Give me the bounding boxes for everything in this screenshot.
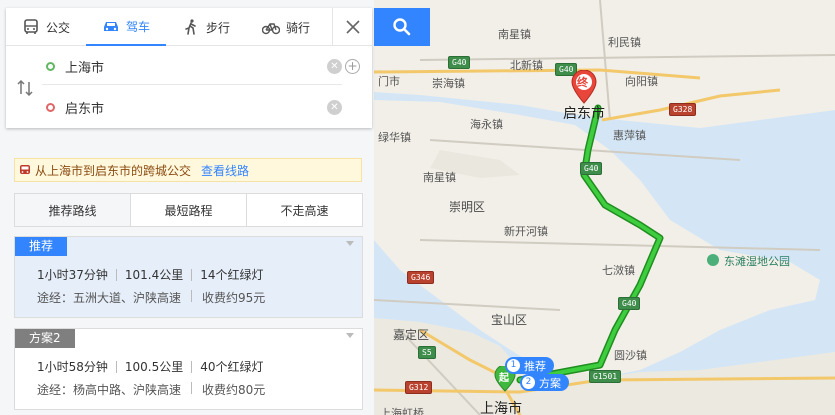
tab-bike[interactable]: 骑行 — [246, 8, 326, 46]
route-tag-plan1[interactable]: 1 推荐 — [505, 357, 554, 374]
map-label-nanxing: 南星镇 — [498, 28, 531, 41]
view-lines-link[interactable]: 查看线路 — [201, 162, 249, 179]
plan-duration: 1小时37分钟 — [37, 268, 108, 282]
map-label-qijiao: 七滧镇 — [602, 264, 635, 277]
map-label-shanghai: 上海市 — [480, 401, 522, 415]
route-tag-plan1-label: 推荐 — [524, 359, 546, 373]
route-tag-plan2-label: 方案 — [539, 376, 561, 390]
road-shield-g1501: G1501 — [589, 370, 622, 383]
swap-icon[interactable] — [16, 78, 34, 98]
plan-distance: 101.4公里 — [124, 268, 184, 282]
map-label-xinhe: 新开河镇 — [504, 225, 548, 238]
plan-lights: 40个红绿灯 — [200, 360, 264, 374]
road-shield-g346: G346 — [407, 271, 435, 284]
add-waypoint-icon[interactable]: + — [345, 59, 360, 74]
plan-badge: 推荐 — [15, 237, 68, 256]
plan-stats: 1小时58分钟 100.5公里 40个红绿灯 — [37, 358, 264, 375]
start-row[interactable]: 上海市 ✕ + — [42, 49, 360, 85]
road-shield-g328: G328 — [669, 103, 697, 116]
map-label-libao: 利民镇 — [608, 36, 641, 49]
route-search-box: 公交 驾车 步行 骑行 上海市 ✕ + 启东市 ✕ — [6, 8, 372, 128]
end-row[interactable]: 启东市 ✕ — [42, 89, 342, 125]
map-label-chonghai: 崇海镇 — [432, 77, 465, 90]
bus-icon — [24, 19, 38, 34]
chevron-down-icon[interactable] — [346, 241, 354, 246]
tab-walk[interactable]: 步行 — [166, 8, 246, 46]
plan-duration: 1小时58分钟 — [37, 360, 108, 374]
tab-walk-label: 步行 — [205, 20, 230, 35]
bus-small-icon — [20, 165, 30, 174]
tab-drive[interactable]: 驾车 — [86, 8, 166, 46]
route-tag-plan1-num: 1 — [507, 359, 520, 372]
map-label-menshi: 门市 — [378, 75, 400, 88]
map-label-zhenbei: 北新镇 — [510, 59, 543, 72]
route-tag-plan2[interactable]: 2 方案 — [520, 374, 569, 391]
plan-via-roads: 途经：杨高中路、沪陕高速 — [37, 383, 182, 397]
route-plan-2[interactable]: 方案2 1小时58分钟 100.5公里 40个红绿灯 途经：杨高中路、沪陕高速 … — [14, 328, 363, 410]
road-shield-g40: G40 — [580, 162, 603, 175]
tab-bus-label: 公交 — [45, 20, 70, 35]
road-shield-s5: S5 — [418, 346, 436, 359]
close-icon — [345, 20, 360, 34]
plan-via-roads: 途经：五洲大道、沪陕高速 — [37, 291, 182, 305]
walk-icon — [185, 19, 196, 35]
map-label-qidong: 启东市 — [563, 106, 605, 122]
map-label-huibao: 惠萍镇 — [613, 129, 646, 142]
end-marker-label: 终 — [577, 76, 588, 89]
map-label-dongtan: 东滩湿地公园 — [724, 255, 790, 268]
plan-via: 途经：杨高中路、沪陕高速 收费约80元 — [37, 381, 265, 398]
plan-stats: 1小时37分钟 101.4公里 14个红绿灯 — [37, 266, 264, 283]
map-label-yuansha: 圆沙镇 — [614, 349, 647, 362]
tab-bus[interactable]: 公交 — [6, 8, 86, 46]
plan-via: 途经：五洲大道、沪陕高速 收费约95元 — [37, 289, 265, 306]
tab-bike-label: 骑行 — [285, 20, 310, 35]
clear-start-icon[interactable]: ✕ — [327, 59, 342, 74]
transport-tabs: 公交 驾车 步行 骑行 — [6, 8, 372, 46]
map-label-haiyong: 海永镇 — [470, 118, 503, 131]
map-label-nanxiang: 南星镇 — [423, 171, 456, 184]
plan-badge: 方案2 — [15, 329, 75, 348]
map-label-linghua: 绿华镇 — [378, 131, 411, 144]
route-preference-tabs: 推荐路线 最短路程 不走高速 — [14, 193, 363, 227]
tab-recommended[interactable]: 推荐路线 — [15, 194, 131, 226]
bike-icon — [261, 23, 280, 35]
map-label-shanghai-hongqiao: 上海虹桥 — [380, 407, 424, 415]
end-input[interactable]: 启东市 — [65, 98, 327, 117]
car-icon — [103, 22, 118, 31]
road-shield-g40: G40 — [618, 297, 641, 310]
start-input[interactable]: 上海市 — [65, 57, 327, 76]
chevron-down-icon[interactable] — [346, 333, 354, 338]
plan-fee: 收费约95元 — [202, 291, 266, 305]
route-panel: 公交 驾车 步行 骑行 上海市 ✕ + 启东市 ✕ 从上海市到启东市的跨城公交 … — [0, 0, 374, 415]
plan-distance: 100.5公里 — [124, 360, 184, 374]
tab-shortest[interactable]: 最短路程 — [131, 194, 247, 226]
route-plan-1[interactable]: 推荐 1小时37分钟 101.4公里 14个红绿灯 途经：五洲大道、沪陕高速 收… — [14, 236, 363, 318]
road-shield-g312: G312 — [405, 381, 433, 394]
map-label-jiading: 嘉定区 — [393, 328, 430, 342]
park-icon — [707, 254, 719, 266]
tab-no-highway[interactable]: 不走高速 — [247, 194, 362, 226]
map-label-chongming: 崇明区 — [449, 200, 486, 214]
map-label-baoshan: 宝山区 — [491, 313, 528, 327]
clear-end-icon[interactable]: ✕ — [327, 99, 342, 115]
end-dot-icon — [46, 102, 55, 112]
notice-text: 从上海市到启东市的跨城公交 — [35, 163, 192, 178]
map-label-xiangyang: 向阳镇 — [625, 75, 658, 88]
search-icon — [393, 18, 411, 36]
route-tag-plan2-num: 2 — [522, 376, 535, 389]
search-button[interactable] — [374, 8, 430, 46]
cross-city-notice: 从上海市到启东市的跨城公交 查看线路 — [14, 158, 362, 182]
start-dot-icon — [46, 62, 55, 71]
road-shield-g40: G40 — [448, 56, 471, 69]
tab-drive-label: 驾车 — [125, 19, 150, 34]
plan-lights: 14个红绿灯 — [200, 268, 264, 282]
plan-fee: 收费约80元 — [202, 383, 266, 397]
close-button[interactable] — [332, 8, 372, 46]
end-marker[interactable]: 终 — [570, 69, 598, 104]
